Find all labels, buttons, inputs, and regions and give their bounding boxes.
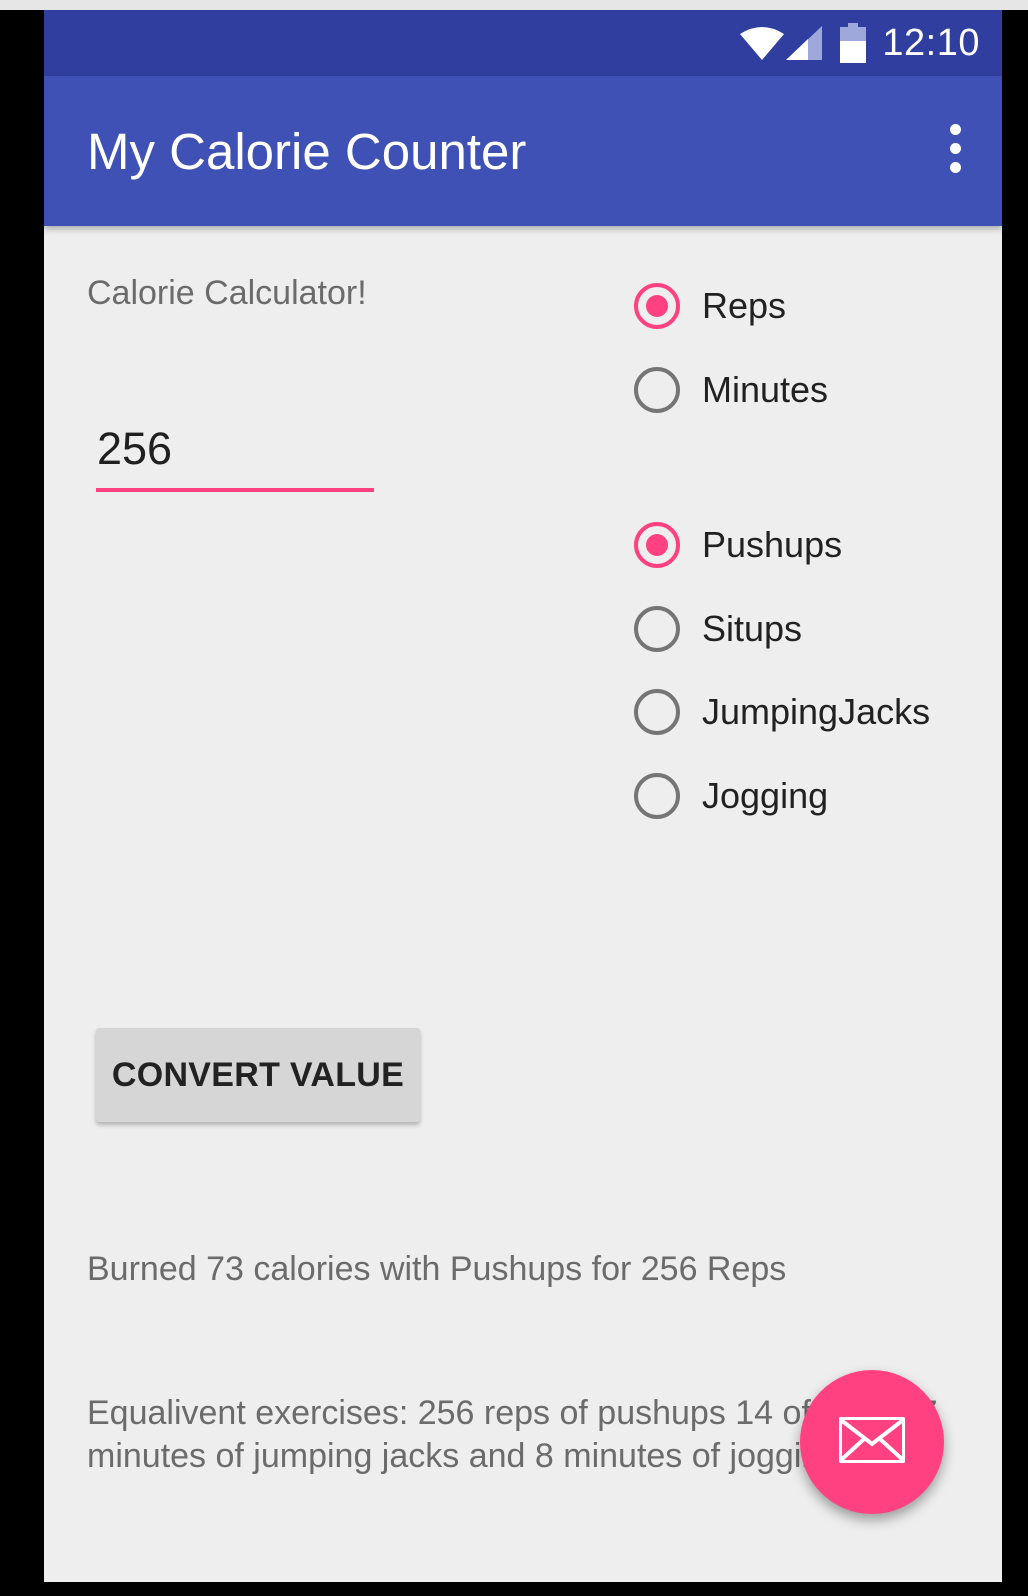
amount-input[interactable] bbox=[97, 422, 373, 476]
mail-icon bbox=[838, 1415, 906, 1468]
radio-situps[interactable]: Situps bbox=[634, 599, 802, 659]
app-bar: My Calorie Counter bbox=[44, 76, 1002, 226]
radio-button[interactable] bbox=[634, 367, 680, 413]
app-title: My Calorie Counter bbox=[87, 123, 527, 180]
signal-icon bbox=[786, 26, 823, 60]
radio-pushups[interactable]: Pushups bbox=[634, 515, 842, 575]
mail-fab-button[interactable] bbox=[800, 1370, 944, 1514]
status-icons: 12:10 bbox=[740, 20, 980, 66]
wifi-icon bbox=[740, 26, 785, 60]
calculator-heading: Calorie Calculator! bbox=[87, 274, 367, 312]
radio-jogging[interactable]: Jogging bbox=[634, 766, 828, 826]
radio-jumpingjacks[interactable]: JumpingJacks bbox=[634, 682, 930, 742]
result-text: Burned 73 calories with Pushups for 256 … bbox=[87, 1250, 787, 1288]
radio-label-minutes: Minutes bbox=[702, 369, 829, 410]
radio-minutes[interactable]: Minutes bbox=[634, 360, 828, 420]
radio-reps[interactable]: Reps bbox=[634, 276, 786, 336]
screen-top-edge bbox=[0, 0, 1028, 10]
radio-label-reps: Reps bbox=[702, 285, 787, 326]
phone-screen: 12:10 My Calorie Counter Calorie Calcula… bbox=[44, 10, 1002, 1582]
convert-value-button[interactable]: CONVERT VALUE bbox=[96, 1028, 420, 1122]
radio-button[interactable] bbox=[634, 773, 680, 819]
radio-button[interactable] bbox=[634, 606, 680, 652]
status-bar: 12:10 bbox=[44, 10, 1002, 76]
amount-input-underline bbox=[96, 488, 374, 492]
radio-button-checked[interactable] bbox=[634, 283, 680, 329]
status-time: 12:10 bbox=[882, 21, 980, 64]
battery-icon bbox=[840, 23, 867, 63]
radio-label-situps: Situps bbox=[702, 608, 803, 649]
more-vert-icon[interactable] bbox=[940, 124, 970, 178]
radio-button-checked[interactable] bbox=[634, 522, 680, 568]
radio-button[interactable] bbox=[634, 689, 680, 735]
radio-label-pushups: Pushups bbox=[702, 524, 843, 565]
radio-label-jogging: Jogging bbox=[702, 775, 829, 816]
radio-label-jumpingjacks: JumpingJacks bbox=[702, 691, 931, 732]
